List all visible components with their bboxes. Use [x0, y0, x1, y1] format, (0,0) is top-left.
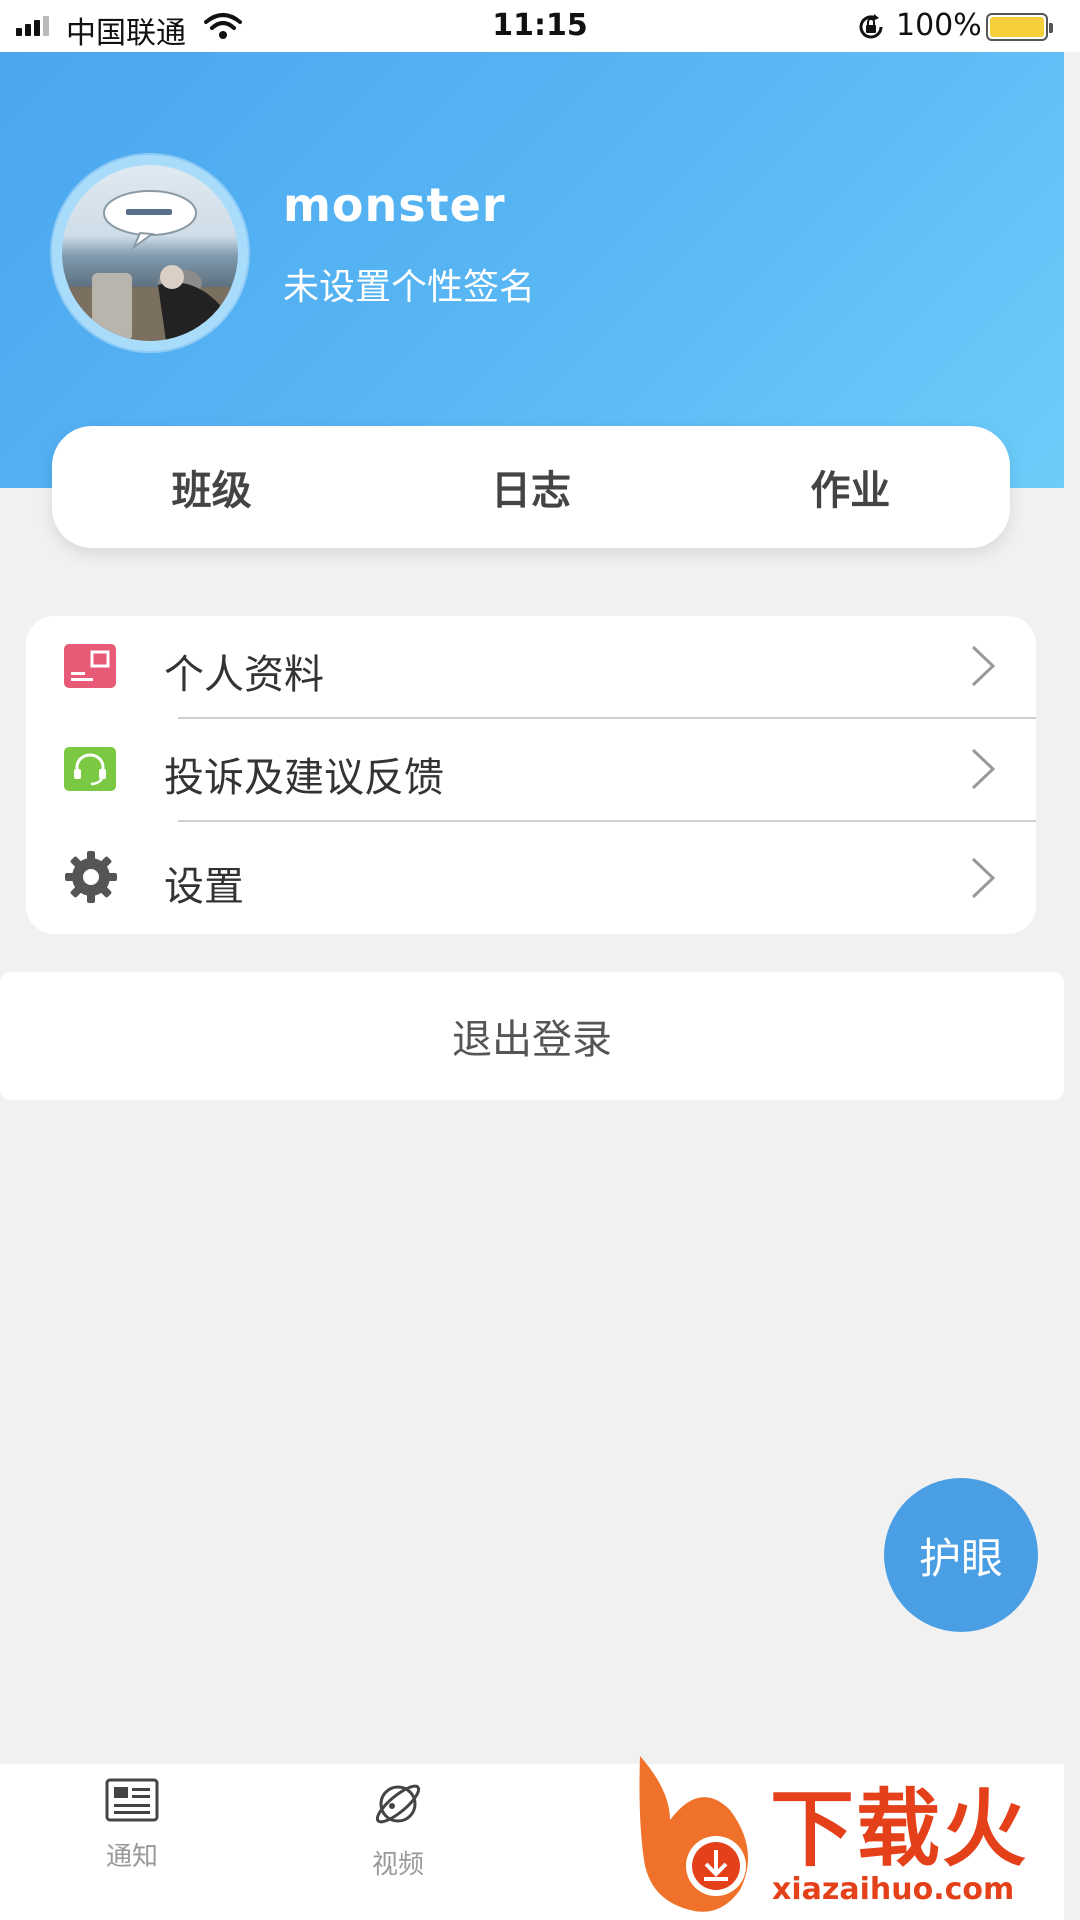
- eye-care-button[interactable]: 护眼: [884, 1478, 1038, 1632]
- profile-tabs: 班级 日志 作业: [52, 426, 1010, 548]
- battery-icon: [986, 13, 1053, 41]
- chevron-right-icon: [970, 644, 996, 692]
- status-bar: 中国联通 11:15 100%: [0, 0, 1080, 52]
- nav-item-videos[interactable]: 视频: [318, 1778, 478, 1881]
- avatar[interactable]: [62, 165, 238, 341]
- nav-label: 通知: [105, 1842, 158, 1872]
- logout-button[interactable]: 退出登录: [0, 972, 1064, 1100]
- user-name: monster: [283, 178, 506, 232]
- nav-label: 视频: [371, 1850, 424, 1880]
- battery-percent: 100%: [896, 8, 982, 43]
- chevron-right-icon: [970, 747, 996, 795]
- menu-item-label: 投诉及建议反馈: [164, 755, 444, 801]
- menu-item-label: 个人资料: [164, 652, 324, 698]
- menu-item-settings[interactable]: 设置: [26, 828, 1036, 930]
- orientation-lock-icon: [856, 12, 886, 50]
- gear-icon: [64, 850, 117, 903]
- watermark-text: 下载火: [770, 1780, 1029, 1878]
- headset-icon: [64, 747, 116, 791]
- menu-item-profile[interactable]: 个人资料: [26, 616, 1036, 718]
- watermark-url: xiazaihuo.com: [772, 1872, 1015, 1907]
- user-signature[interactable]: 未设置个性签名: [283, 258, 535, 310]
- menu-item-label: 设置: [164, 864, 244, 910]
- newspaper-icon: [52, 1778, 212, 1826]
- tab-class[interactable]: 班级: [52, 458, 371, 516]
- avatar-ring[interactable]: [52, 155, 248, 351]
- divider: [178, 820, 1036, 822]
- menu-item-feedback[interactable]: 投诉及建议反馈: [26, 719, 1036, 821]
- watermark: 下载火 xiazaihuo.com: [630, 1750, 1064, 1920]
- profile-card-icon: [64, 644, 116, 688]
- nav-item-notifications[interactable]: 通知: [52, 1778, 212, 1873]
- flame-logo-icon: [639, 1756, 748, 1912]
- tab-homework[interactable]: 作业: [691, 458, 1010, 516]
- chevron-right-icon: [970, 856, 996, 904]
- settings-menu: 个人资料 投诉及建议反馈 设置: [26, 616, 1036, 934]
- planet-icon: [318, 1778, 478, 1834]
- tab-journal[interactable]: 日志: [371, 458, 690, 516]
